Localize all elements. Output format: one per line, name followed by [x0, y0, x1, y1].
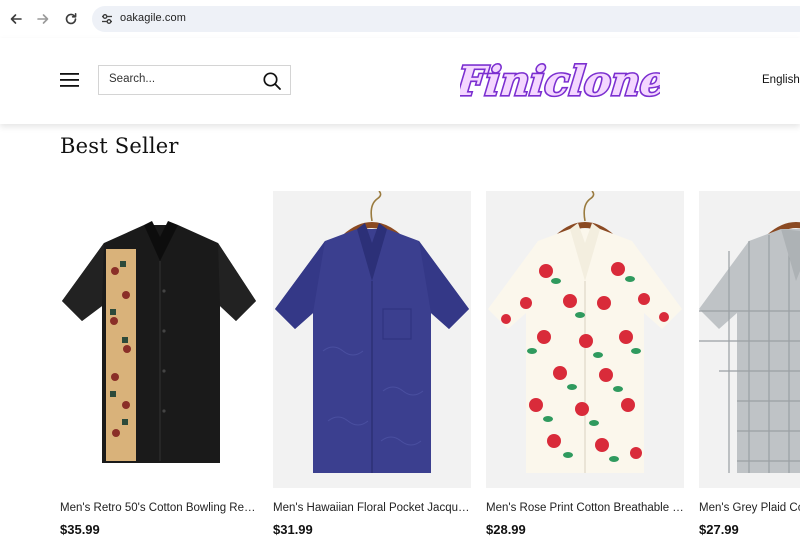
- product-image[interactable]: [273, 191, 471, 488]
- search-input[interactable]: [109, 73, 249, 85]
- forward-arrow-icon[interactable]: [33, 9, 53, 29]
- back-arrow-icon[interactable]: [6, 9, 26, 29]
- product-price: $35.99: [60, 522, 100, 537]
- browser-toolbar: oakagile.com: [0, 0, 800, 39]
- reload-icon[interactable]: [61, 9, 81, 29]
- product-image[interactable]: [486, 191, 684, 488]
- product-name[interactable]: Men's Retro 50's Cotton Bowling Retro Sh…: [60, 502, 258, 514]
- site-header: Finiclone English: [0, 38, 800, 124]
- search-box: [98, 65, 291, 95]
- menu-icon[interactable]: [60, 73, 79, 87]
- svg-text:Finiclone: Finiclone: [460, 58, 660, 105]
- language-selector[interactable]: English: [762, 74, 800, 86]
- product-name[interactable]: Men's Grey Plaid Cotton Shirt: [699, 502, 800, 514]
- product-price: $31.99: [273, 522, 313, 537]
- section-title: Best Seller: [60, 134, 179, 158]
- product-image[interactable]: [699, 191, 800, 488]
- product-price: $28.99: [486, 522, 526, 537]
- product-name[interactable]: Men's Hawaiian Floral Pocket Jacquard Sh…: [273, 502, 471, 514]
- site-settings-icon[interactable]: [100, 12, 114, 26]
- product-price: $27.99: [699, 522, 739, 537]
- url-text[interactable]: oakagile.com: [120, 12, 186, 24]
- product-name[interactable]: Men's Rose Print Cotton Breathable Shirt: [486, 502, 684, 514]
- product-image[interactable]: [60, 191, 258, 488]
- address-bar[interactable]: oakagile.com: [92, 6, 800, 32]
- search-icon[interactable]: [262, 71, 282, 91]
- site-logo[interactable]: Finiclone: [460, 47, 660, 117]
